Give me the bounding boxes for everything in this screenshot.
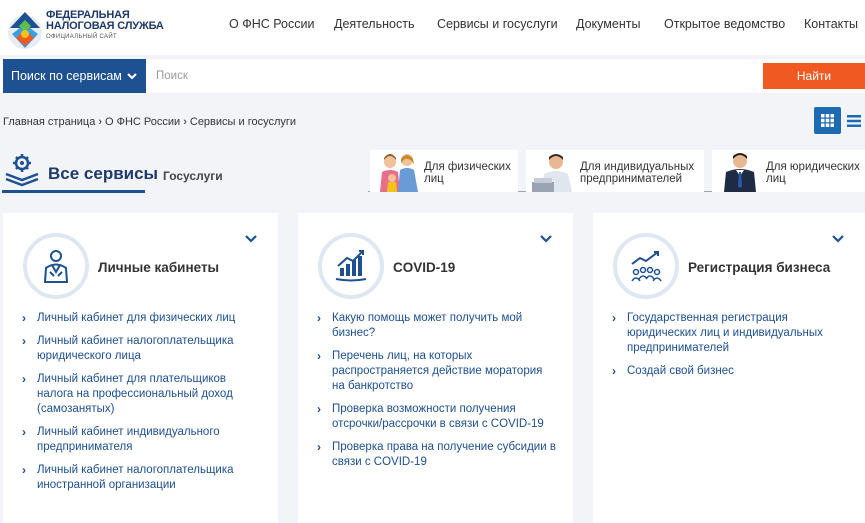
card-link[interactable]: › Государственная регистрация юридических…	[612, 311, 852, 356]
card-link-text: Государственная регистрация юридических …	[627, 312, 823, 354]
card-links: › Государственная регистрация юридических…	[612, 311, 852, 387]
chevron-right-icon: ›	[317, 402, 321, 416]
chevron-right-icon: ›	[22, 463, 26, 477]
nav-about[interactable]: О ФНС России	[229, 17, 314, 31]
card-link-text: Проверка возможности получения отсрочки/…	[332, 403, 544, 430]
breadcrumb-about[interactable]: О ФНС России	[105, 116, 180, 128]
card-link[interactable]: › Личный кабинет налогоплательщика юридич…	[22, 334, 262, 364]
breadcrumb-separator-icon: ›	[183, 116, 187, 128]
card-business-registration: Регистрация бизнеса › Государственная рег…	[593, 213, 865, 523]
card-link-text: Личный кабинет индивидуального предприни…	[37, 426, 220, 453]
logo-line3: ОФИЦИАЛЬНЫЙ САЙТ	[46, 34, 117, 40]
chart-icon	[335, 250, 367, 282]
segment-legal-entities-label: Для юридических лиц	[766, 161, 860, 185]
card-link[interactable]: › Личный кабинет для плательщиков налога …	[22, 372, 262, 417]
chevron-right-icon: ›	[22, 311, 26, 325]
chevron-down-icon[interactable]	[831, 233, 845, 245]
card-icon-circle	[613, 233, 679, 299]
search-scope-label: Поиск по сервисам	[11, 69, 122, 83]
segment-individuals[interactable]: Для физических лиц	[370, 150, 518, 192]
card-link[interactable]: › Личный кабинет индивидуального предприн…	[22, 425, 262, 455]
chevron-right-icon: ›	[317, 440, 321, 454]
card-links: › Какую помощь может получить мой бизнес?…	[317, 311, 557, 478]
nav-documents[interactable]: Документы	[576, 17, 640, 31]
card-title[interactable]: Личные кабинеты	[98, 260, 219, 275]
tab-gosuslugi[interactable]: Госуслуги	[163, 169, 223, 183]
card-link[interactable]: › Какую помощь может получить мой бизнес?	[317, 311, 557, 341]
segment-entrepreneurs-label: Для индивидуальных предпринимателей	[580, 161, 694, 185]
tab-all-services[interactable]: Все сервисы	[48, 164, 158, 184]
chevron-down-icon[interactable]	[244, 233, 258, 245]
card-link[interactable]: › Проверка права на получение субсидии в …	[317, 440, 557, 470]
grid-view-button[interactable]	[814, 107, 841, 134]
person-icon	[43, 250, 69, 283]
segment-individuals-label: Для физических лиц	[424, 161, 511, 185]
breadcrumb-separator-icon: ›	[98, 116, 103, 128]
segment-legal-entities[interactable]: Для юридических лиц	[712, 150, 865, 192]
grid-icon	[821, 114, 834, 127]
group-growth-icon	[631, 251, 662, 282]
chevron-right-icon: ›	[612, 364, 616, 378]
card-title[interactable]: COVID-19	[393, 260, 455, 275]
card-icon-circle	[23, 233, 89, 299]
chevron-right-icon: ›	[612, 311, 616, 325]
search-button[interactable]: Найти	[763, 63, 865, 89]
card-link-text: Проверка права на получение субсидии в с…	[332, 441, 556, 468]
card-link[interactable]: › Личный кабинет налогоплательщика иностр…	[22, 463, 262, 493]
card-link-text: Какую помощь может получить мой бизнес?	[332, 312, 523, 339]
chevron-right-icon: ›	[317, 311, 321, 325]
chevron-right-icon: ›	[22, 425, 26, 439]
search-input[interactable]	[146, 59, 760, 93]
family-icon	[380, 154, 418, 192]
card-link-text: Личный кабинет для физических лиц	[37, 312, 236, 324]
card-link-text: Перечень лиц, на которых распространяетс…	[332, 350, 543, 392]
breadcrumb-current: Сервисы и госуслуги	[189, 116, 297, 128]
segment-label-line: Для юридических	[766, 161, 860, 173]
logo-line2: НАЛОГОВАЯ СЛУЖБА	[46, 20, 164, 32]
businessman-icon	[724, 153, 756, 192]
nav-services[interactable]: Сервисы и госуслуги	[437, 17, 558, 31]
card-icon-circle	[318, 233, 384, 299]
chevron-right-icon: ›	[317, 349, 321, 363]
nav-contacts[interactable]: Контакты	[804, 17, 858, 31]
list-icon[interactable]	[845, 112, 863, 130]
search-bar: Поиск по сервисам Найти	[0, 59, 865, 93]
nav-activity[interactable]: Деятельность	[334, 17, 414, 31]
breadcrumb: Главная страница › О ФНС России › Сервисы и …	[3, 116, 296, 128]
card-title[interactable]: Регистрация бизнеса	[688, 260, 830, 275]
card-link-text: Личный кабинет налогоплательщика юридиче…	[37, 335, 234, 362]
card-link[interactable]: › Личный кабинет для физических лиц	[22, 311, 262, 326]
nav-open-agency[interactable]: Открытое ведомство	[664, 17, 785, 31]
chevron-down-icon[interactable]	[539, 233, 553, 245]
segment-label-line: Для индивидуальных	[580, 161, 695, 173]
header: ФЕДЕРАЛЬНАЯ НАЛОГОВАЯ СЛУЖБА ОФИЦИАЛЬНЫЙ…	[0, 0, 865, 55]
fns-logo-icon[interactable]	[4, 4, 46, 54]
segment-entrepreneurs[interactable]: Для индивидуальных предпринимателей	[526, 150, 704, 192]
segment-label-line: Для физических	[424, 161, 511, 173]
segment-label-line: лиц	[424, 173, 444, 185]
tab-active-indicator	[2, 190, 145, 193]
card-link-text: Личный кабинет налогоплательщика иностра…	[37, 464, 234, 491]
segment-label-line: лиц	[766, 173, 786, 185]
card-links: › Личный кабинет для физических лиц › Личн…	[22, 311, 262, 501]
card-link[interactable]: › Проверка возможности получения отсрочки…	[317, 402, 557, 432]
breadcrumb-home[interactable]: Главная страница	[3, 116, 95, 128]
card-link[interactable]: › Создай свой бизнес	[612, 364, 852, 379]
chevron-down-icon	[127, 73, 137, 80]
chevron-right-icon: ›	[22, 372, 26, 386]
card-link[interactable]: › Перечень лиц, на которых распространяет…	[317, 349, 557, 394]
card-covid19: COVID-19 › Какую помощь может получить мо…	[298, 213, 573, 523]
search-scope-dropdown[interactable]: Поиск по сервисам	[3, 59, 146, 93]
logo-text[interactable]: ФЕДЕРАЛЬНАЯ НАЛОГОВАЯ СЛУЖБА ОФИЦИАЛЬНЫЙ…	[46, 10, 164, 43]
chevron-right-icon: ›	[22, 334, 26, 348]
card-personal-accounts: Личные кабинеты › Личный кабинет для физи…	[3, 213, 278, 523]
segment-label-line: предпринимателей	[580, 173, 683, 185]
services-stack-icon	[5, 154, 39, 187]
card-link-text: Личный кабинет для плательщиков налога н…	[37, 373, 233, 415]
entrepreneur-icon	[532, 154, 572, 192]
card-link-text: Создай свой бизнес	[627, 365, 734, 377]
